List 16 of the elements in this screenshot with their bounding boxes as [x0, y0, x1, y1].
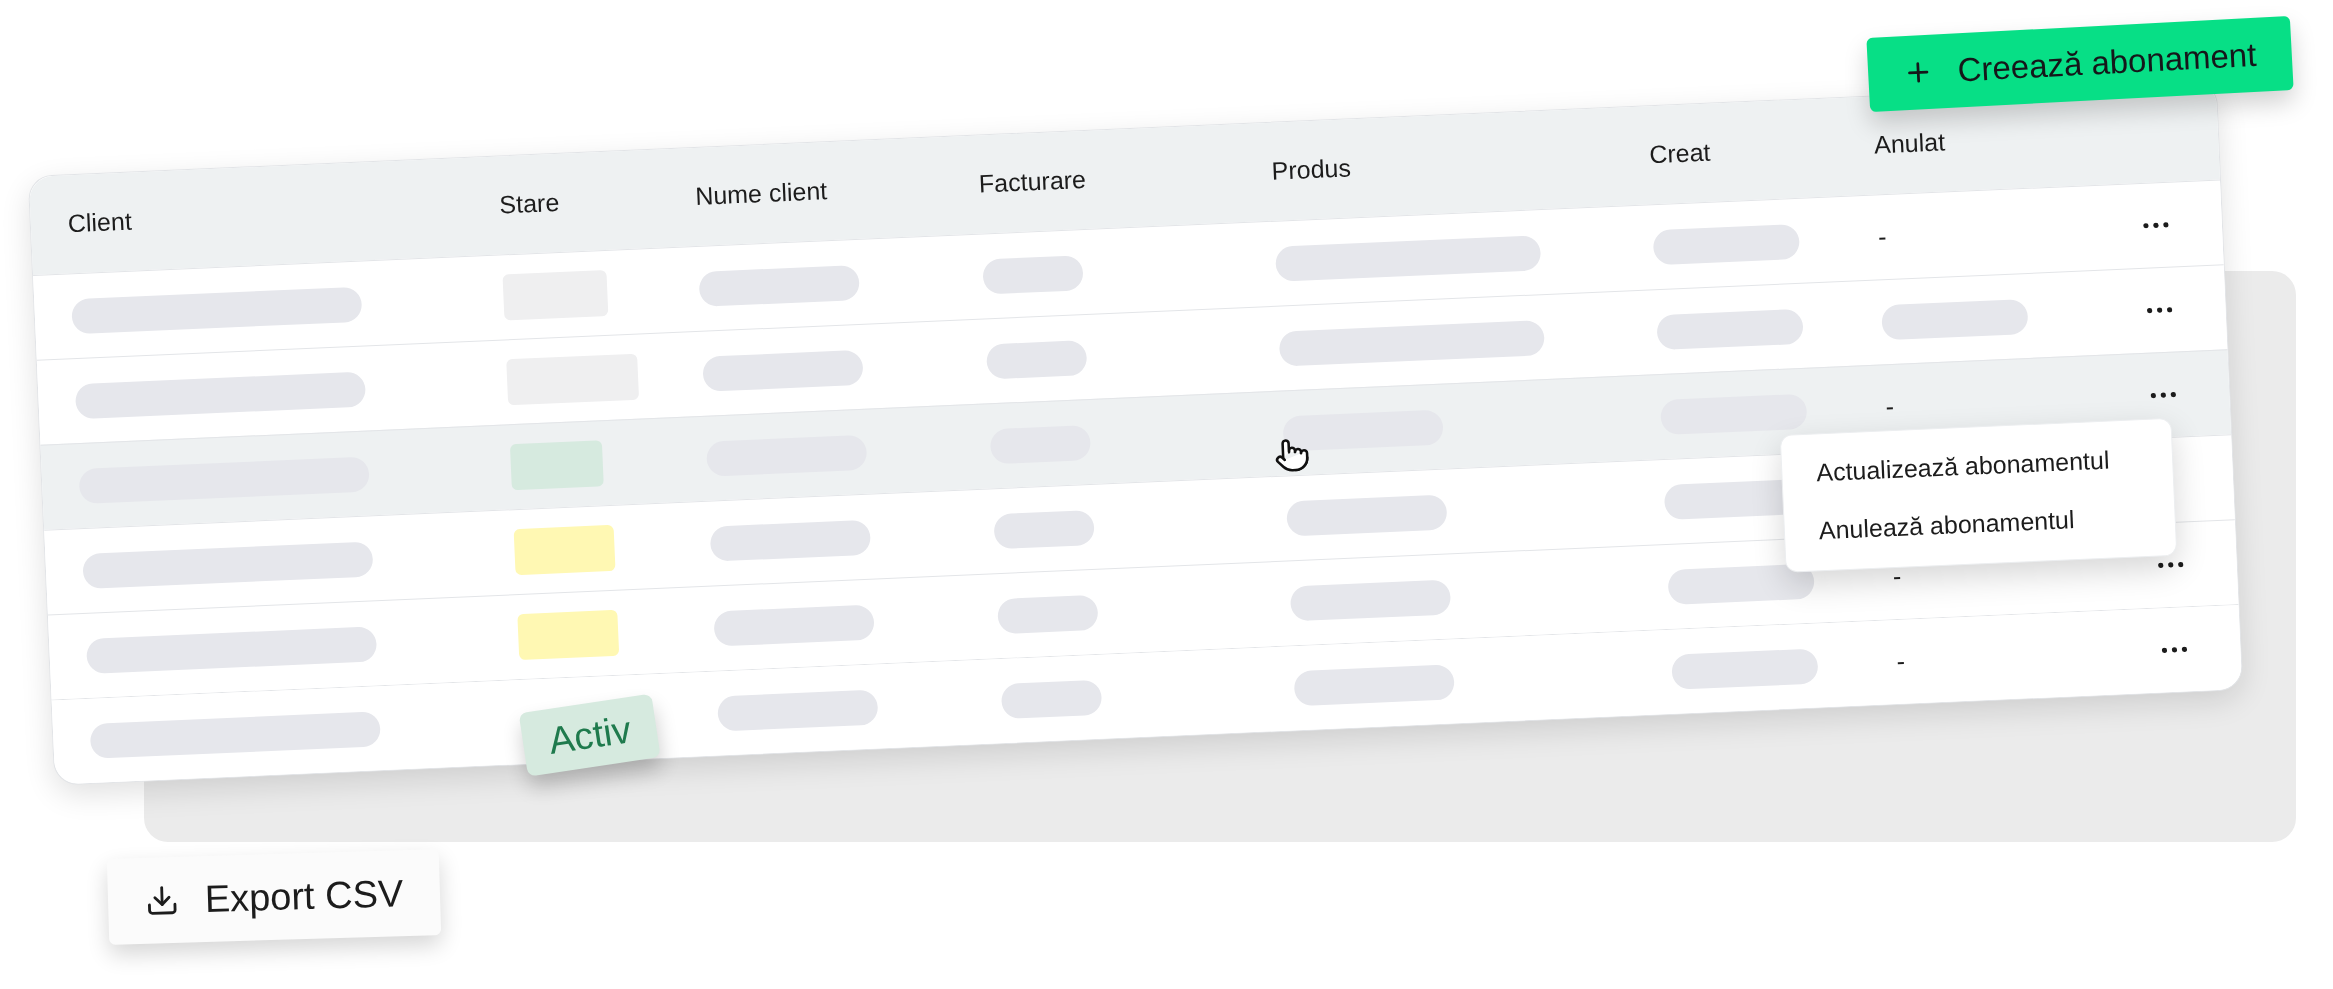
column-header: Client	[67, 206, 133, 238]
more-icon[interactable]	[2150, 391, 2177, 399]
column-header: Nume client	[694, 176, 828, 211]
column-header: Creat	[1648, 137, 1712, 169]
hand-cursor-icon	[1273, 436, 1311, 474]
empty-value: -	[1896, 646, 1906, 676]
more-icon[interactable]	[2157, 561, 2184, 569]
export-button[interactable]: Export CSV	[106, 849, 442, 945]
column-header: Stare	[498, 188, 560, 219]
empty-value: -	[1884, 392, 1895, 421]
column-header: Anulat	[1873, 127, 1946, 159]
more-icon[interactable]	[2161, 646, 2188, 654]
more-icon[interactable]	[2142, 221, 2170, 229]
more-icon[interactable]	[2146, 306, 2173, 314]
create-button[interactable]: Creează abonament	[1866, 15, 2294, 113]
empty-value: -	[1877, 222, 1888, 251]
